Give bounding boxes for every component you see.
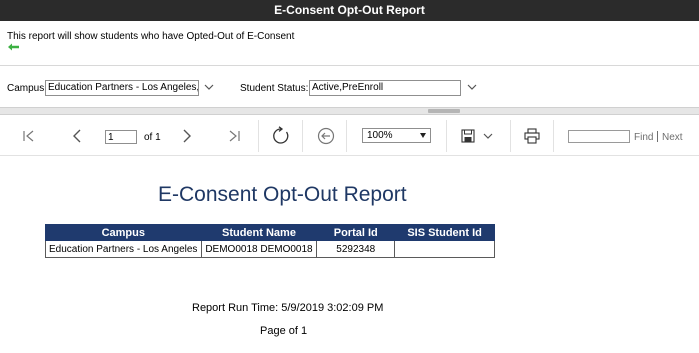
toolbar-separator <box>446 120 447 152</box>
toolbar-separator <box>258 120 259 152</box>
table-header-row: Campus Student Name Portal Id SIS Studen… <box>45 224 495 241</box>
cell-sis-student-id <box>394 240 495 258</box>
column-header-sis-student-id: SIS Student Id <box>394 224 495 241</box>
refresh-icon[interactable] <box>271 126 291 146</box>
cell-campus: Education Partners - Los Angeles <box>45 240 202 258</box>
next-link[interactable]: Next <box>662 132 683 143</box>
column-header-student-name: Student Name <box>200 224 318 241</box>
report-description: This report will show students who have … <box>7 31 295 42</box>
column-header-portal-id: Portal Id <box>316 224 396 241</box>
prev-page-icon[interactable] <box>70 128 84 144</box>
chevron-down-icon[interactable] <box>483 133 493 140</box>
report-run-time: Report Run Time: 5/9/2019 3:02:09 PM <box>192 302 384 314</box>
back-icon[interactable] <box>317 127 335 145</box>
zoom-select[interactable]: 100% <box>362 128 431 143</box>
parameter-bar: Campus: Education Partners - Los Angeles… <box>0 65 699 107</box>
last-page-icon[interactable] <box>227 129 241 143</box>
report-table: Campus Student Name Portal Id SIS Studen… <box>45 224 495 258</box>
dropdown-arrow-icon <box>420 133 426 138</box>
report-toolbar: of 1 100% Find Next <box>0 116 699 156</box>
back-arrow-icon[interactable] <box>7 43 20 51</box>
print-icon[interactable] <box>524 128 540 144</box>
toolbar-separator <box>302 120 303 152</box>
first-page-icon[interactable] <box>22 129 36 143</box>
chevron-down-icon[interactable] <box>204 84 214 91</box>
zoom-value: 100% <box>367 130 393 141</box>
cell-student-name: DEMO0018 DEMO0018 <box>200 240 318 258</box>
window-title: E-Consent Opt-Out Report <box>0 0 699 21</box>
report-title: E-Consent Opt-Out Report <box>158 183 407 206</box>
find-link[interactable]: Find <box>634 132 653 143</box>
page-count-label: of 1 <box>144 132 161 143</box>
column-header-campus: Campus <box>45 224 202 241</box>
page-number-input[interactable] <box>105 130 137 144</box>
cell-portal-id: 5292348 <box>316 240 396 258</box>
table-row: Education Partners - Los Angeles DEMO001… <box>45 240 495 258</box>
page-footer: Page of 1 <box>260 325 308 337</box>
student-status-label: Student Status: <box>240 83 309 94</box>
find-divider <box>657 131 658 142</box>
toolbar-separator <box>346 120 347 152</box>
chevron-down-icon[interactable] <box>467 84 477 91</box>
campus-label: Campus: <box>7 83 48 94</box>
save-icon[interactable] <box>461 129 475 143</box>
student-status-field[interactable]: Active,PreEnroll <box>309 80 461 96</box>
toolbar-separator <box>553 120 554 152</box>
next-page-icon[interactable] <box>180 128 194 144</box>
campus-field[interactable]: Education Partners - Los Angeles,E <box>45 80 199 96</box>
find-input[interactable] <box>568 130 630 143</box>
toolbar-separator <box>510 120 511 152</box>
parameter-splitter[interactable] <box>0 107 699 115</box>
splitter-grip[interactable] <box>428 109 460 113</box>
